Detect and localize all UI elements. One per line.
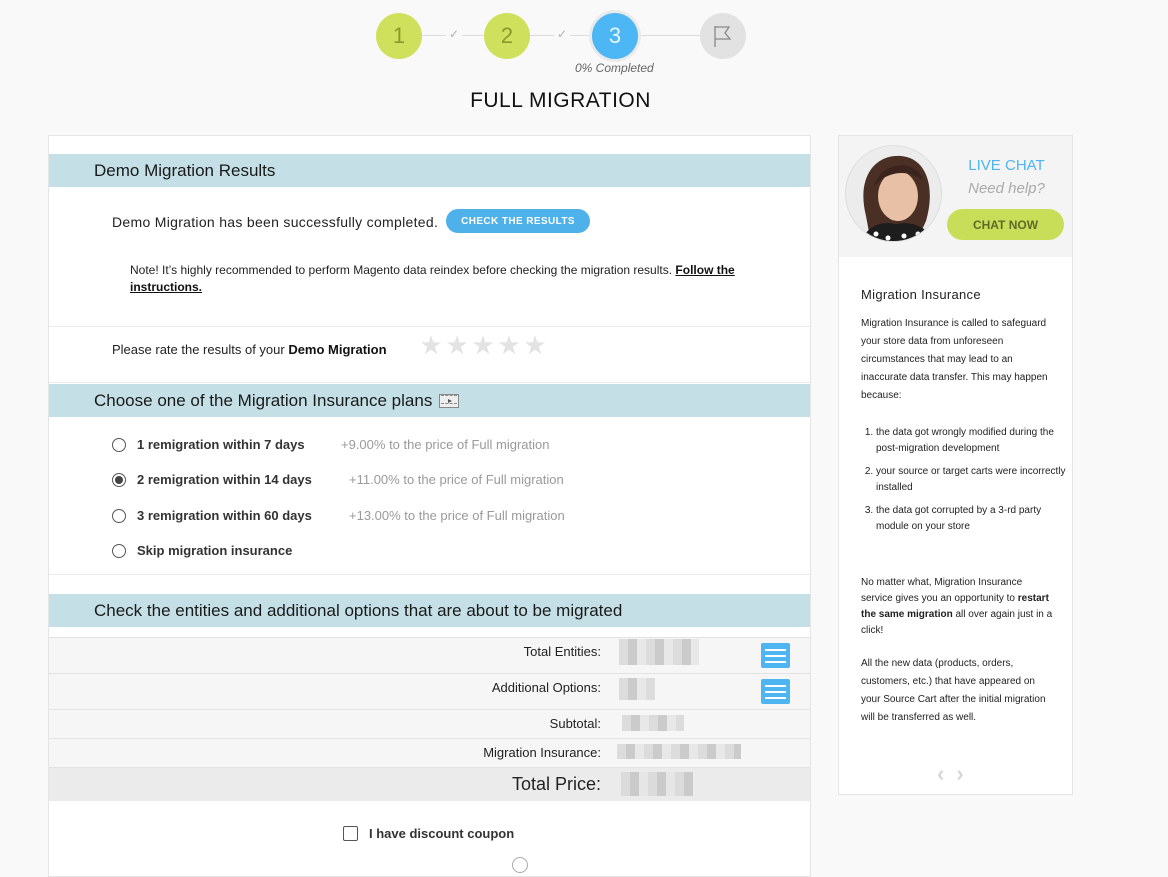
- insurance-plan-1[interactable]: 1 remigration within 7 days +9.00% to th…: [112, 437, 549, 452]
- plan-label: 2 remigration within 14 days: [137, 472, 312, 487]
- check-results-button[interactable]: CHECK THE RESULTS: [446, 209, 590, 233]
- insurance-plan-3[interactable]: 3 remigration within 60 days +13.00% to …: [112, 508, 565, 523]
- summary-row-total-entities: Total Entities:: [49, 637, 810, 673]
- star-icon[interactable]: ★: [471, 332, 495, 358]
- summary-row-total-price: Total Price:: [49, 767, 810, 801]
- chevron-left-icon[interactable]: ‹: [937, 763, 944, 785]
- step-connector: [638, 35, 700, 36]
- carousel-nav: ‹ ›: [937, 763, 964, 785]
- insurance-heading-text: Choose one of the Migration Insurance pl…: [94, 390, 433, 410]
- sidebar-title: Migration Insurance: [861, 287, 981, 302]
- blurred-value: [619, 639, 699, 665]
- row-label: Total Price:: [511, 774, 601, 794]
- progress-text: 0% Completed: [575, 61, 654, 75]
- support-agent-avatar: [845, 145, 942, 242]
- plan-label: Skip migration insurance: [137, 543, 293, 558]
- step-2: 2: [484, 13, 530, 59]
- reasons-list: the data got wrongly modified during the…: [861, 425, 1071, 542]
- blurred-value: [619, 678, 655, 700]
- radio-button-selected[interactable]: [112, 472, 126, 487]
- section-heading-insurance: Choose one of the Migration Insurance pl…: [49, 384, 810, 417]
- video-icon[interactable]: [439, 393, 460, 408]
- list-details-button[interactable]: [761, 679, 790, 704]
- row-label: Migration Insurance:: [483, 745, 601, 760]
- need-help-text: Need help?: [968, 180, 1045, 197]
- insurance-plan-skip[interactable]: Skip migration insurance: [112, 543, 292, 558]
- sidebar-paragraph-restart: No matter what, Migration Insurance serv…: [861, 575, 1056, 639]
- divider: [49, 382, 810, 383]
- agent-photo: [846, 146, 941, 241]
- summary-row-migration-insurance: Migration Insurance:: [49, 738, 810, 767]
- chevron-right-icon[interactable]: ›: [956, 763, 963, 785]
- radio-button[interactable]: [112, 508, 126, 523]
- paragraph-text: No matter what, Migration Insurance serv…: [861, 577, 1023, 604]
- rate-prompt-text: Please rate the results of your: [112, 342, 289, 357]
- rating-stars[interactable]: ★ ★ ★ ★ ★: [419, 332, 547, 358]
- note-text: Note! It’s highly recommended to perform…: [130, 263, 676, 277]
- star-icon[interactable]: ★: [445, 332, 469, 358]
- row-label: Subtotal:: [549, 716, 601, 731]
- star-icon[interactable]: ★: [523, 332, 547, 358]
- check-icon: ✓: [554, 27, 571, 41]
- plan-price-note: +13.00% to the price of Full migration: [349, 508, 565, 523]
- insurance-plan-2[interactable]: 2 remigration within 14 days +11.00% to …: [112, 472, 564, 487]
- list-item: the data got wrongly modified during the…: [876, 425, 1071, 457]
- divider: [49, 574, 810, 575]
- reindex-note: Note! It’s highly recommended to perform…: [130, 262, 750, 296]
- list-item: your source or target carts were incorre…: [876, 464, 1071, 496]
- discount-coupon-option[interactable]: I have discount coupon: [343, 826, 514, 841]
- blurred-value: [622, 715, 684, 731]
- discount-coupon-label: I have discount coupon: [369, 826, 515, 841]
- plan-price-note: +11.00% to the price of Full migration: [349, 472, 564, 487]
- radio-button[interactable]: [112, 437, 126, 452]
- section-heading-demo-results: Demo Migration Results: [49, 154, 810, 187]
- radio-button[interactable]: [112, 543, 126, 558]
- sidebar-paragraph-new-data: All the new data (products, orders, cust…: [861, 658, 1046, 723]
- discount-coupon-checkbox[interactable]: [343, 826, 358, 841]
- page-title: FULL MIGRATION: [470, 89, 651, 112]
- row-label: Total Entities:: [523, 644, 601, 659]
- plan-label: 3 remigration within 60 days: [137, 508, 312, 523]
- live-chat-title: LIVE CHAT: [968, 157, 1045, 174]
- plan-label: 1 remigration within 7 days: [137, 437, 305, 452]
- step-finish: [700, 13, 746, 59]
- radio-button[interactable]: [512, 857, 528, 873]
- blurred-value: [621, 772, 693, 796]
- divider: [49, 326, 810, 327]
- migration-panel: Demo Migration Results Demo Migration ha…: [48, 135, 811, 877]
- sidebar-intro: Migration Insurance is called to safegua…: [861, 318, 1048, 401]
- section-heading-entities: Check the entities and additional option…: [49, 594, 810, 627]
- blurred-value: [617, 744, 741, 759]
- step-1: 1: [376, 13, 422, 59]
- check-icon: ✓: [446, 27, 463, 41]
- live-chat-box: LIVE CHAT Need help? CHAT NOW: [839, 136, 1072, 257]
- step-3: 3: [592, 13, 638, 59]
- help-sidebar: LIVE CHAT Need help? CHAT NOW Migration …: [838, 135, 1073, 795]
- plan-price-note: +9.00% to the price of Full migration: [341, 437, 550, 452]
- rate-prompt: Please rate the results of your Demo Mig…: [112, 342, 387, 357]
- row-label: Additional Options:: [491, 680, 601, 695]
- rate-prompt-bold: Demo Migration: [288, 342, 387, 357]
- flag-icon: [714, 26, 732, 47]
- list-details-button[interactable]: [761, 643, 790, 668]
- summary-row-subtotal: Subtotal:: [49, 709, 810, 738]
- list-item: the data got corrupted by a 3-rd party m…: [876, 503, 1071, 535]
- progress-steps: 1 ✓ 2 ✓ 3: [376, 13, 746, 59]
- star-icon[interactable]: ★: [419, 332, 443, 358]
- chat-now-button[interactable]: CHAT NOW: [947, 209, 1064, 240]
- summary-row-additional-options: Additional Options:: [49, 673, 810, 709]
- success-message: Demo Migration has been successfully com…: [112, 214, 439, 230]
- star-icon[interactable]: ★: [497, 332, 521, 358]
